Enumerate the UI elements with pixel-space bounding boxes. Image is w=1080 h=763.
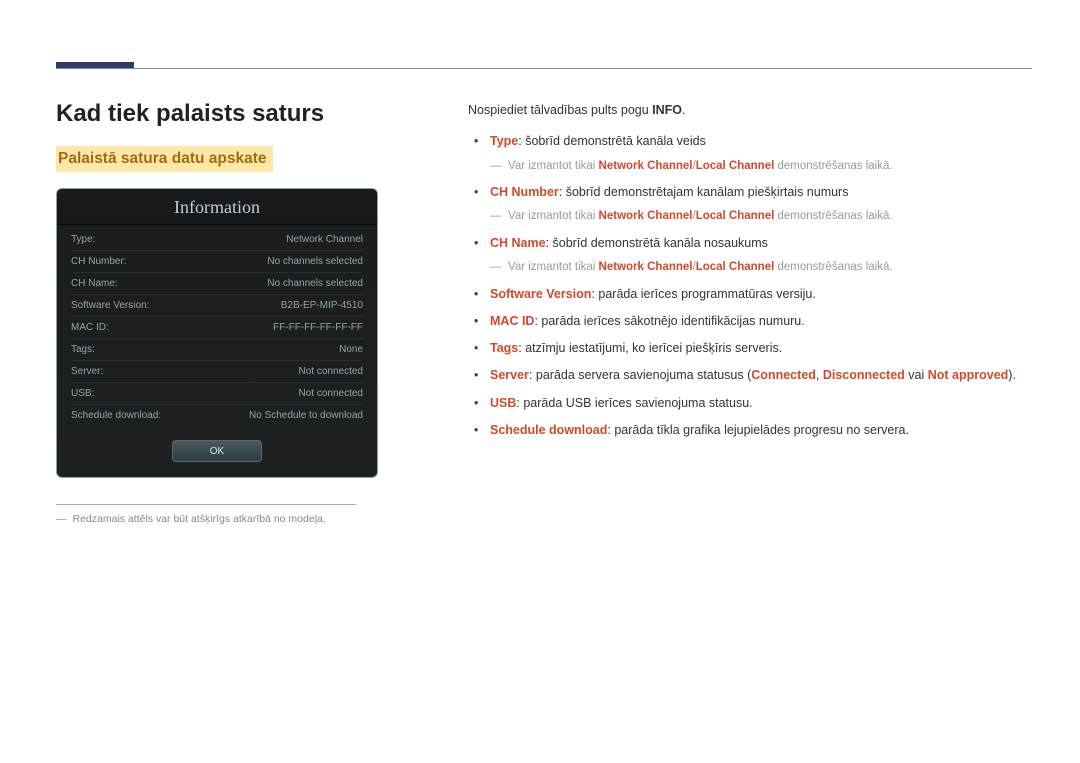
term-rest: : atzīmju iestatījumi, ko ierīcei piešķī…	[518, 341, 782, 355]
term: CH Name	[490, 236, 546, 250]
list-item: Server: parāda servera savienojuma statu…	[488, 365, 1032, 386]
term-rest: : parāda USB ierīces savienojuma statusu…	[516, 396, 752, 410]
list-item: Type: šobrīd demonstrētā kanāla veids Va…	[488, 131, 1032, 176]
term: Software Version	[490, 287, 591, 301]
info-value: No channels selected	[267, 278, 363, 289]
list-item: USB: parāda USB ierīces savienojuma stat…	[488, 393, 1032, 414]
information-panel-title: Information	[57, 189, 377, 225]
info-value: No channels selected	[267, 256, 363, 267]
info-label: Schedule download:	[71, 410, 161, 421]
info-row: Schedule download: No Schedule to downloa…	[71, 405, 363, 426]
info-label: Software Version:	[71, 300, 149, 311]
term: Type	[490, 134, 518, 148]
page-title: Kad tiek palaists saturs	[56, 100, 396, 128]
info-value: No Schedule to download	[249, 410, 363, 421]
info-value: Not connected	[299, 388, 364, 399]
list-item: Schedule download: parāda tīkla grafika …	[488, 420, 1032, 441]
info-value: Network Channel	[286, 234, 363, 245]
info-value: None	[339, 344, 363, 355]
term: CH Number	[490, 185, 559, 199]
list-item: Software Version: parāda ierīces program…	[488, 284, 1032, 305]
info-row: Software Version: B2B-EP-MIP-4510	[71, 295, 363, 317]
info-label: Server:	[71, 366, 103, 377]
term-rest: : šobrīd demonstrētā kanāla veids	[518, 134, 706, 148]
term: Tags	[490, 341, 518, 355]
info-value: B2B-EP-MIP-4510	[281, 300, 363, 311]
info-label: CH Name:	[71, 278, 118, 289]
info-row: MAC ID: FF-FF-FF-FF-FF-FF	[71, 317, 363, 339]
page-content: Kad tiek palaists saturs Palaistā satura…	[0, 0, 1080, 525]
list-item: CH Name: šobrīd demonstrētā kanāla nosau…	[488, 233, 1032, 278]
right-column: Nospiediet tālvadības pults pogu INFO. T…	[468, 100, 1032, 525]
info-row: CH Number: No channels selected	[71, 251, 363, 273]
top-divider	[56, 68, 1032, 69]
left-column: Kad tiek palaists saturs Palaistā satura…	[56, 100, 396, 525]
info-value: FF-FF-FF-FF-FF-FF	[273, 322, 363, 333]
list-item: MAC ID: parāda ierīces sākotnējo identif…	[488, 311, 1032, 332]
intro-text: Nospiediet tālvadības pults pogu INFO.	[468, 100, 1032, 121]
section-title: Palaistā satura datu apskate	[56, 146, 273, 172]
term-rest: : parāda ierīces sākotnējo identifikācij…	[534, 314, 804, 328]
info-label: USB:	[71, 388, 94, 399]
ok-row: OK	[57, 430, 377, 462]
information-rows: Type: Network Channel CH Number: No channe…	[57, 225, 377, 430]
footnote-divider	[56, 504, 356, 505]
sub-note: Var izmantot tikai Network Channel/Local…	[490, 157, 1032, 177]
info-label: Type:	[71, 234, 95, 245]
term-rest: : parāda tīkla grafika lejupielādes prog…	[607, 423, 909, 437]
info-value: Not connected	[299, 366, 364, 377]
description-list: Type: šobrīd demonstrētā kanāla veids Va…	[468, 131, 1032, 441]
info-row: Type: Network Channel	[71, 229, 363, 251]
info-row: Server: Not connected	[71, 361, 363, 383]
intro-prefix: Nospiediet tālvadības pults pogu	[468, 103, 652, 117]
list-item: Tags: atzīmju iestatījumi, ko ierīcei pi…	[488, 338, 1032, 359]
footnote-text: Redzamais attēls var būt atšķirīgs atkar…	[56, 513, 396, 525]
term-rest: : parāda ierīces programmatūras versiju.	[591, 287, 815, 301]
info-label: CH Number:	[71, 256, 127, 267]
intro-suffix: .	[682, 103, 685, 117]
term: MAC ID	[490, 314, 534, 328]
info-row: USB: Not connected	[71, 383, 363, 405]
term: USB	[490, 396, 516, 410]
term-rest: : šobrīd demonstrētā kanāla nosaukums	[546, 236, 768, 250]
info-label: Tags:	[71, 344, 95, 355]
list-item: CH Number: šobrīd demonstrētajam kanālam…	[488, 182, 1032, 227]
term: Server	[490, 368, 529, 382]
term: Schedule download	[490, 423, 607, 437]
info-row: Tags: None	[71, 339, 363, 361]
ok-button[interactable]: OK	[172, 440, 262, 462]
information-panel: Information Type: Network Channel CH Numb…	[56, 188, 378, 478]
info-label: MAC ID:	[71, 322, 109, 333]
sub-note: Var izmantot tikai Network Channel/Local…	[490, 258, 1032, 278]
info-row: CH Name: No channels selected	[71, 273, 363, 295]
sub-note: Var izmantot tikai Network Channel/Local…	[490, 207, 1032, 227]
term-rest: : šobrīd demonstrētajam kanālam piešķirt…	[559, 185, 849, 199]
intro-bold: INFO	[652, 103, 682, 117]
